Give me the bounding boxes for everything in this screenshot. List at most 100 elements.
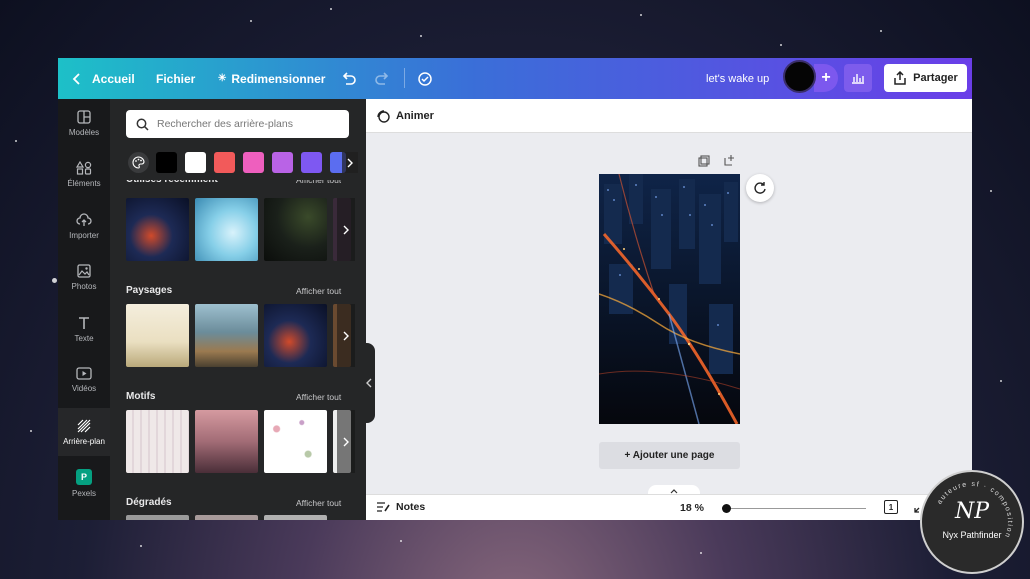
watermark-ring-text: auteure sf · composition	[936, 481, 1011, 539]
section-see-all-gradients[interactable]: Afficher tout	[296, 498, 341, 508]
zoom-slider-thumb[interactable]	[722, 504, 731, 513]
color-swatch-purple[interactable]	[272, 152, 293, 173]
star	[30, 430, 32, 432]
rail-item-text[interactable]: Texte	[58, 305, 110, 353]
animate-button[interactable]: Animer	[376, 109, 434, 123]
canva-editor-window: Accueil Fichier ✳ Redimensionner let's w…	[58, 58, 972, 520]
color-swatch-pink[interactable]	[243, 152, 264, 173]
section-title-recent: Utilisés récemment	[126, 180, 218, 187]
background-thumbnail[interactable]	[264, 198, 327, 261]
insights-button[interactable]	[844, 64, 872, 92]
rail-label: Pexels	[71, 488, 96, 498]
background-thumbnail[interactable]	[195, 410, 258, 473]
resize-button[interactable]: ✳ Redimensionner	[218, 58, 325, 99]
add-collaborator-button[interactable]: +	[814, 64, 838, 92]
notes-label: Notes	[396, 501, 426, 513]
page-count-button[interactable]: 1	[884, 500, 898, 514]
share-upload-icon	[894, 71, 906, 85]
background-thumbnail[interactable]	[126, 198, 189, 261]
animate-label: Animer	[396, 109, 434, 122]
file-menu-button[interactable]: Fichier	[156, 58, 195, 99]
star	[700, 552, 702, 554]
side-navigation-rail: Modèles Éléments Importer Photos Texte V…	[58, 99, 110, 520]
background-thumbnail[interactable]	[195, 198, 258, 261]
background-thumbnail[interactable]	[264, 304, 327, 367]
rail-label: Arrière-plan	[63, 436, 105, 446]
redo-button[interactable]	[374, 58, 390, 99]
rail-item-videos[interactable]: Vidéos	[58, 356, 110, 404]
add-page-icon-button[interactable]	[724, 153, 736, 171]
back-home-button[interactable]: Accueil	[72, 58, 135, 99]
rail-item-background[interactable]: Arrière-plan	[58, 408, 110, 456]
rail-label: Modèles	[68, 127, 100, 137]
palette-icon	[132, 156, 145, 169]
toolbar-divider	[404, 68, 405, 88]
star	[880, 30, 882, 32]
rail-item-photos[interactable]: Photos	[58, 253, 110, 301]
color-swatch-red[interactable]	[214, 152, 235, 173]
background-thumbnail[interactable]	[264, 515, 327, 520]
rail-label: Importer	[69, 230, 99, 240]
redo-icon	[375, 71, 389, 85]
resize-label: Redimensionner	[231, 71, 326, 86]
chevron-left-icon	[72, 72, 80, 85]
section-see-all-recent[interactable]: Afficher tout	[296, 180, 341, 187]
background-thumbnail[interactable]	[264, 410, 327, 473]
notes-button[interactable]: Notes	[376, 501, 425, 513]
refresh-design-button[interactable]	[746, 174, 774, 202]
refresh-icon	[754, 182, 766, 194]
star	[330, 8, 332, 10]
city-night-photo	[599, 174, 740, 424]
undo-button[interactable]	[341, 58, 357, 99]
background-thumbnail[interactable]	[126, 410, 189, 473]
patterns-scroll-right[interactable]	[337, 410, 355, 473]
rail-item-pexels[interactable]: P Pexels	[58, 459, 110, 507]
zoom-level[interactable]: 18 %	[680, 502, 704, 514]
pexels-icon: P	[76, 468, 92, 485]
star	[250, 20, 252, 22]
add-page-button[interactable]: + Ajouter une page	[599, 442, 740, 469]
rail-label: Photos	[71, 281, 97, 291]
collapse-panel-handle[interactable]	[363, 343, 375, 423]
chevron-right-icon	[347, 158, 353, 167]
bar-chart-icon	[852, 74, 864, 84]
elements-icon	[76, 160, 92, 175]
rail-item-templates[interactable]: Modèles	[58, 99, 110, 147]
background-thumbnail[interactable]	[126, 304, 189, 367]
colors-scroll-right[interactable]	[342, 152, 358, 173]
save-status-button[interactable]	[416, 58, 434, 99]
color-picker-button[interactable]	[128, 152, 149, 173]
recent-scroll-right[interactable]	[337, 198, 355, 261]
watermark-ring: auteure sf · composition	[936, 481, 1011, 539]
color-swatch-violet[interactable]	[301, 152, 322, 173]
star	[15, 140, 17, 142]
star	[640, 14, 642, 16]
background-thumbnail[interactable]	[195, 515, 258, 520]
rail-item-upload[interactable]: Importer	[58, 202, 110, 250]
section-see-all-patterns[interactable]: Afficher tout	[296, 392, 341, 402]
text-icon	[79, 316, 89, 329]
project-title[interactable]: let's wake up	[706, 58, 769, 99]
duplicate-page-button[interactable]	[698, 154, 710, 172]
color-swatch-white[interactable]	[185, 152, 206, 173]
color-swatch-black[interactable]	[156, 152, 177, 173]
landscapes-scroll-right[interactable]	[337, 304, 355, 367]
templates-icon	[77, 109, 91, 124]
star	[140, 545, 142, 547]
animate-icon	[377, 109, 390, 123]
design-page-canvas[interactable]	[599, 174, 740, 424]
zoom-slider[interactable]	[722, 504, 866, 513]
share-button[interactable]: Partager	[884, 64, 967, 92]
add-page-icon	[724, 155, 734, 166]
background-thumbnail[interactable]	[126, 515, 189, 520]
search-icon	[136, 118, 149, 131]
chevron-right-icon	[343, 437, 349, 446]
top-toolbar: Accueil Fichier ✳ Redimensionner let's w…	[58, 58, 972, 99]
section-title-gradients: Dégradés	[126, 497, 172, 508]
author-watermark-badge: auteure sf · composition NP Nyx Pathfind…	[920, 470, 1024, 574]
rail-item-elements[interactable]: Éléments	[58, 150, 110, 198]
user-avatar[interactable]	[783, 60, 816, 93]
section-see-all-landscapes[interactable]: Afficher tout	[296, 286, 341, 296]
background-search-input[interactable]: Rechercher des arrière-plans	[126, 110, 349, 138]
background-thumbnail[interactable]	[195, 304, 258, 367]
